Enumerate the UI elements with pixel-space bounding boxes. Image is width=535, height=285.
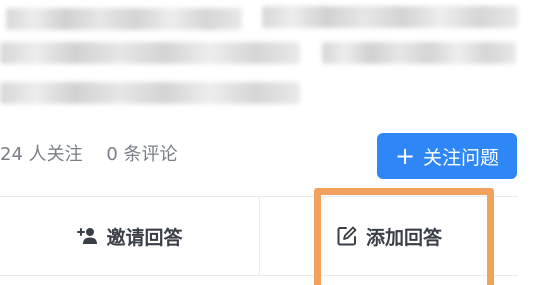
invite-answer-button[interactable]: 邀请回答	[0, 197, 259, 275]
blurred-text-line	[6, 8, 242, 30]
plus-icon: +	[394, 142, 416, 170]
edit-icon	[336, 225, 358, 247]
add-answer-label: 添加回答	[365, 226, 442, 249]
comments-count[interactable]: 0 条评论	[106, 144, 177, 165]
add-answer-button[interactable]: 添加回答	[260, 197, 518, 275]
followers-count: 24 人关注	[0, 144, 83, 165]
invite-answer-label: 邀请回答	[106, 226, 183, 249]
follow-question-button[interactable]: + 关注问题	[377, 133, 517, 179]
divider	[0, 275, 518, 276]
add-user-icon	[76, 225, 98, 247]
blurred-text-line	[0, 82, 300, 104]
blurred-text-line	[0, 42, 300, 64]
blurred-text-line	[322, 42, 516, 64]
question-panel: 24 人关注 0 条评论 + 关注问题 邀请回答 添加回答	[0, 0, 535, 285]
follow-question-label: 关注问题	[423, 146, 500, 169]
question-description-obscured	[0, 0, 535, 118]
blurred-text-line	[262, 6, 518, 28]
question-meta: 24 人关注 0 条评论	[0, 140, 196, 166]
